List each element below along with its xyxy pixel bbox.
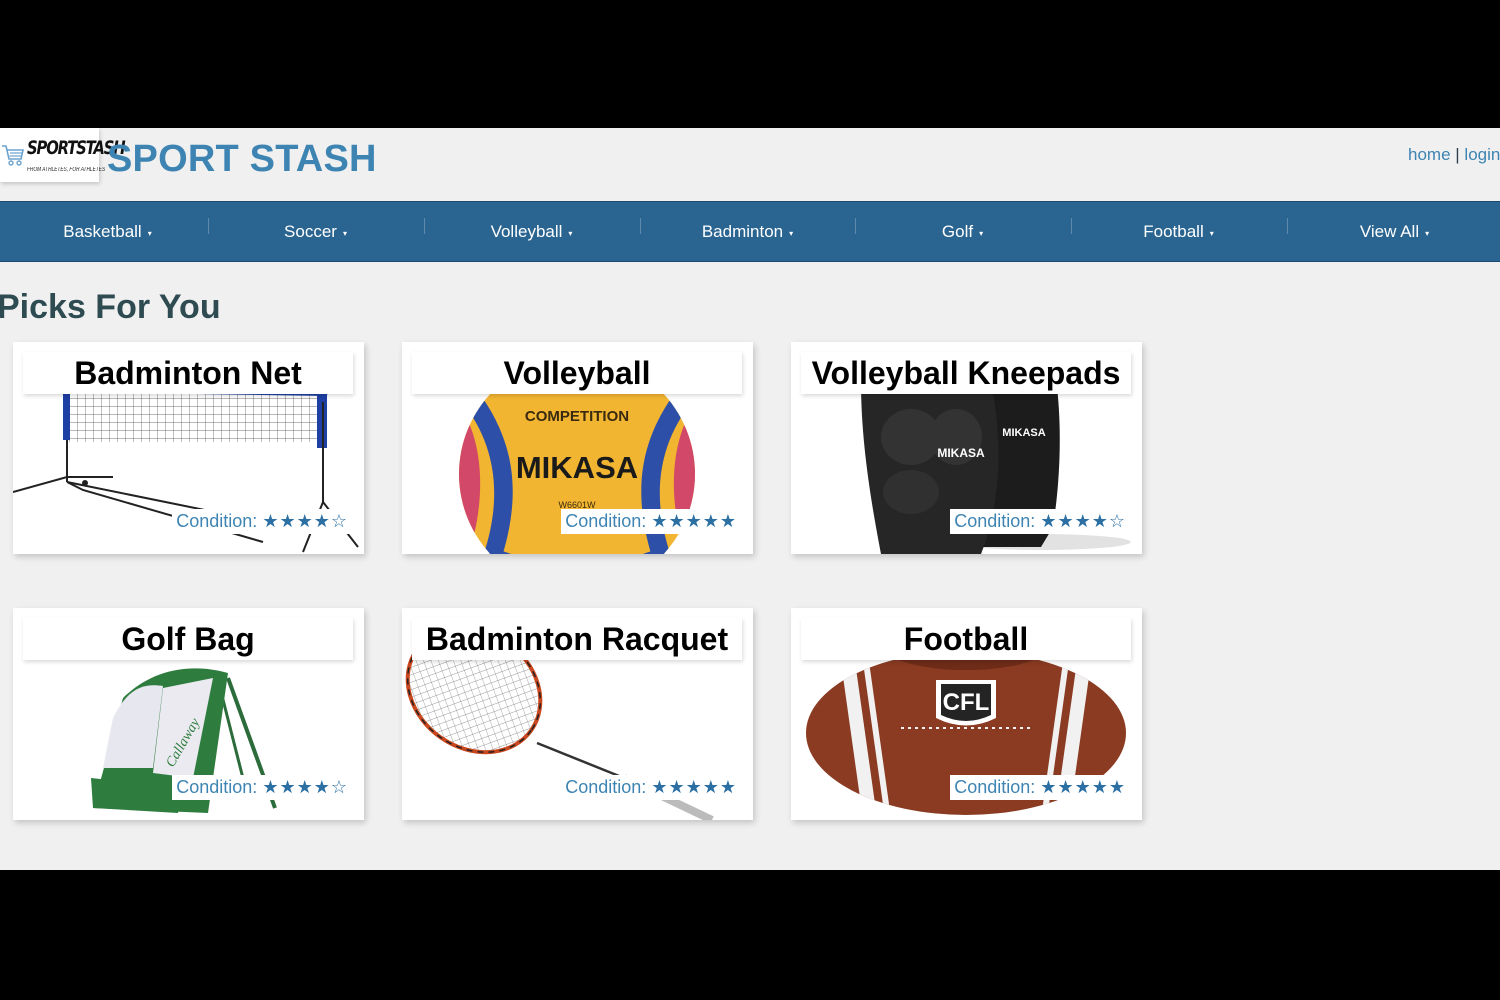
product-card-badminton-racquet[interactable]: Badminton Racquet Condition: ★★★★★ [402,608,753,820]
nav-label: Soccer [284,221,337,241]
star-rating-icon: ★★★★★ [651,777,737,797]
caret-down-icon: ▾ [979,228,984,238]
condition-badge: Condition: ★★★★☆ [172,509,353,534]
nav-label: Football [1143,221,1204,241]
condition-label: Condition: [565,777,647,797]
condition-badge: Condition: ★★★★★ [561,509,742,534]
condition-badge: Condition: ★★★★★ [950,775,1131,800]
star-rating-icon: ★★★★☆ [262,511,348,531]
product-card-football[interactable]: CFL Football Condition: ★★★★★ [791,608,1142,820]
logo-tagline: FROM ATHLETES, FOR ATHLETES [27,167,106,173]
shopping-cart-icon [2,145,24,166]
ball-print-brand: MIKASA [516,450,638,485]
caret-down-icon: ▾ [789,228,794,238]
caret-down-icon: ▾ [1425,228,1430,238]
nav-item-football[interactable]: Football ▾ [1071,202,1286,261]
nav-label: Golf [941,221,974,241]
nav-label: Basketball [63,221,142,241]
nav-item-view-all[interactable]: View All ▾ [1287,202,1500,261]
caret-down-icon: ▾ [147,228,152,238]
top-links-separator: | [1455,145,1460,164]
star-rating-icon: ★★★★☆ [262,777,348,797]
caret-down-icon: ▾ [568,228,573,238]
product-card-volleyball[interactable]: COMPETITION MIKASA W6601W Volleyball Con… [402,342,753,554]
nav-label: Volleyball [490,221,563,241]
site-title[interactable]: SPORT STASH [107,138,377,181]
card-title: Volleyball [412,352,742,394]
kneepad-print-right: MIKASA [1002,427,1045,439]
condition-badge: Condition: ★★★★☆ [172,775,353,800]
top-links: home | login [1408,145,1500,165]
nav-item-golf[interactable]: Golf ▾ [855,202,1070,261]
card-title: Golf Bag [23,618,353,660]
condition-badge: Condition: ★★★★★ [561,775,742,800]
card-title: Football [801,618,1131,660]
ball-print-competition: COMPETITION [525,408,629,425]
caret-down-icon: ▾ [342,228,347,238]
condition-label: Condition: [954,777,1036,797]
nav-item-basketball[interactable]: Basketball ▾ [0,202,215,261]
category-nav: Basketball ▾ Soccer ▾ Volleyball ▾ Badminto… [0,201,1500,262]
nav-item-volleyball[interactable]: Volleyball ▾ [424,202,639,261]
condition-label: Condition: [176,777,258,797]
product-card-badminton-net[interactable]: Badminton Net Condition: ★★★★☆ [13,342,364,554]
nav-item-soccer[interactable]: Soccer ▾ [208,202,423,261]
star-rating-icon: ★★★★★ [1040,777,1126,797]
home-link[interactable]: home [1408,145,1451,164]
star-rating-icon: ★★★★★ [651,511,737,531]
nav-label: Badminton [701,221,784,241]
site-logo[interactable]: SPORTSTASH FROM ATHLETES, FOR ATHLETES [0,128,126,182]
condition-label: Condition: [176,511,258,531]
caret-down-icon: ▾ [1209,228,1214,238]
product-card-volleyball-kneepads[interactable]: MIKASA MIKASA Volleyball Kneepads Condit… [791,342,1142,554]
card-title: Volleyball Kneepads [801,352,1131,394]
kneepad-print-left: MIKASA [937,446,985,460]
condition-badge: Condition: ★★★★☆ [950,509,1131,534]
card-title: Badminton Racquet [412,618,742,660]
football-print-league: CFL [943,689,990,716]
login-link[interactable]: login [1464,145,1500,164]
nav-item-badminton[interactable]: Badminton ▾ [640,202,855,261]
card-title: Badminton Net [23,352,353,394]
product-card-golf-bag[interactable]: Callaway Golf Bag Condition: ★★★★☆ [13,608,364,820]
picks-heading: Picks For You [0,288,221,326]
condition-label: Condition: [565,511,647,531]
condition-label: Condition: [954,511,1036,531]
nav-label: View All [1359,221,1420,241]
page: SPORTSTASH FROM ATHLETES, FOR ATHLETES S… [0,128,1500,870]
star-rating-icon: ★★★★☆ [1040,511,1126,531]
